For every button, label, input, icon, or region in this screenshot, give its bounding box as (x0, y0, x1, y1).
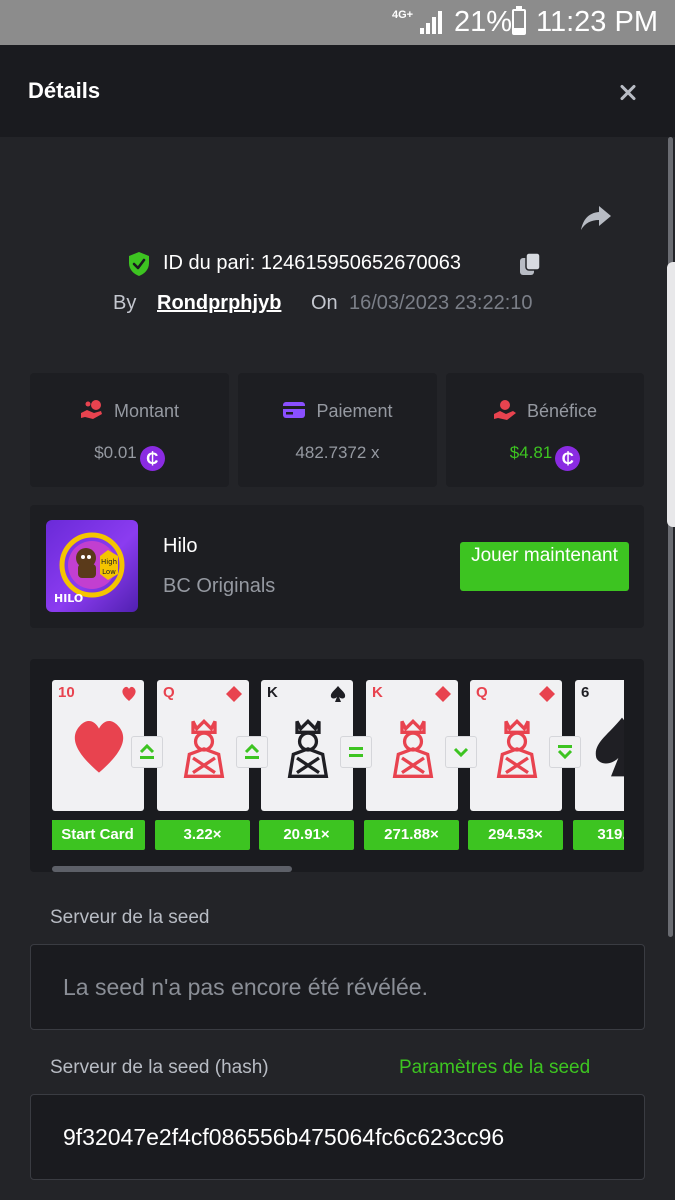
thumb-sign-low: Low (102, 568, 116, 576)
close-icon[interactable] (610, 75, 646, 111)
diamonds-suit-icon (539, 686, 555, 702)
signal-icon (420, 10, 446, 34)
seed-settings-link[interactable]: Paramètres de la seed (399, 1057, 590, 1079)
card-rank: 10 (58, 684, 75, 701)
card-rank: K (372, 684, 383, 701)
lower-guess-icon (445, 736, 477, 768)
game-provider: BC Originals (163, 575, 276, 597)
multiplier-badge: 319.3× (573, 820, 624, 850)
thumb-label: HILO (54, 592, 83, 605)
server-seed-value: La seed n'a pas encore été révélée. (63, 974, 428, 1000)
server-seed-field[interactable]: La seed n'a pas encore été révélée. (30, 944, 645, 1030)
diamonds-suit-icon (435, 686, 451, 702)
amount-value: $0.01 (94, 443, 137, 462)
multiplier-badge: 271.88× (364, 820, 459, 850)
copy-icon[interactable] (517, 251, 543, 277)
bet-meta: By Rondprphjyb On 16/03/2023 23:22:10 (0, 288, 675, 318)
card-rank: Q (163, 684, 175, 701)
battery-percent: 21% (454, 6, 513, 38)
lower-or-equal-guess-icon (549, 736, 581, 768)
payout-card: Paiement 482.7372 x (238, 373, 437, 487)
money-hand-icon (493, 400, 516, 420)
multiplier-badge: Start Card (52, 820, 145, 850)
face-card-figure-icon (183, 718, 225, 778)
playing-card: 6 (575, 680, 624, 811)
on-label: On (311, 292, 338, 314)
game-card: High Low HILO Hilo BC Originals Jouer ma… (30, 505, 644, 628)
play-now-button[interactable]: Jouer maintenant (460, 542, 629, 591)
payout-label: Paiement (316, 401, 393, 421)
multiplier-badge: 294.53× (468, 820, 563, 850)
battery-icon (512, 6, 526, 35)
network-type: 4G+ (392, 9, 414, 21)
profit-label: Bénéfice (526, 401, 598, 421)
profit-card: Bénéfice $4.81 ₵ (446, 373, 644, 487)
server-seed-hash-label: Serveur de la seed (hash) (50, 1057, 269, 1078)
multiplier-badge: 3.22× (155, 820, 250, 850)
horizontal-scrollbar[interactable] (52, 866, 292, 872)
hearts-suit-icon (122, 686, 136, 701)
server-seed-hash-field[interactable]: 9f32047e2f4cf086556b475064fc6c623cc96 (30, 1094, 645, 1180)
card-rank: Q (476, 684, 488, 701)
card-icon (283, 402, 306, 418)
game-thumbnail[interactable]: High Low HILO (46, 520, 138, 612)
status-bar: 4G+ 21% 11:23 PM (0, 0, 675, 45)
coin-icon: ₵ (139, 446, 165, 471)
bet-id-row: ID du pari: 124615950652670063 (0, 246, 675, 282)
by-label: By (113, 292, 137, 314)
dialog-header: Détails (0, 45, 675, 137)
multiplier-badge: 20.91× (259, 820, 354, 850)
face-card-figure-icon (392, 718, 434, 778)
suit-pip-icon (595, 717, 624, 777)
verified-shield-icon (129, 252, 149, 276)
game-name[interactable]: Hilo (163, 535, 197, 558)
diamonds-suit-icon (226, 686, 242, 702)
server-seed-hash-value: 9f32047e2f4cf086556b475064fc6c623cc96 (63, 1124, 505, 1150)
username-link[interactable]: Rondprphjyb (157, 292, 281, 315)
payout-value: 482.7372 x (295, 443, 380, 462)
clock: 11:23 PM (536, 6, 658, 38)
page-title: Détails (28, 78, 101, 103)
bet-id: ID du pari: 124615950652670063 (163, 252, 462, 274)
amount-card: Montant $0.01 ₵ (30, 373, 229, 487)
share-icon[interactable] (579, 200, 613, 234)
bet-datetime: 16/03/2023 23:22:10 (349, 292, 533, 314)
amount-label: Montant (113, 401, 180, 421)
suit-pip-icon (74, 721, 124, 773)
coins-hand-icon (80, 400, 102, 419)
card-rank: K (267, 684, 278, 701)
spades-suit-icon (330, 686, 346, 702)
higher-or-equal-guess-icon (236, 736, 268, 768)
thumb-sign-high: High (101, 558, 117, 566)
face-card-figure-icon (496, 718, 538, 778)
cards-track: 10 Start Card Q 3.22× K 20.91× K 271.88× Q 294.53… (52, 680, 624, 855)
face-card-figure-icon (287, 718, 329, 778)
higher-or-equal-guess-icon (131, 736, 163, 768)
server-seed-label: Serveur de la seed (50, 907, 210, 928)
cards-history[interactable]: 10 Start Card Q 3.22× K 20.91× K 271.88× Q 294.53… (30, 659, 644, 872)
coin-icon: ₵ (555, 446, 581, 471)
equal-guess-icon (340, 736, 372, 768)
hilo-logo-icon: High Low HILO (54, 532, 125, 605)
card-rank: 6 (581, 684, 590, 701)
profit-value: $4.81 (509, 443, 553, 462)
